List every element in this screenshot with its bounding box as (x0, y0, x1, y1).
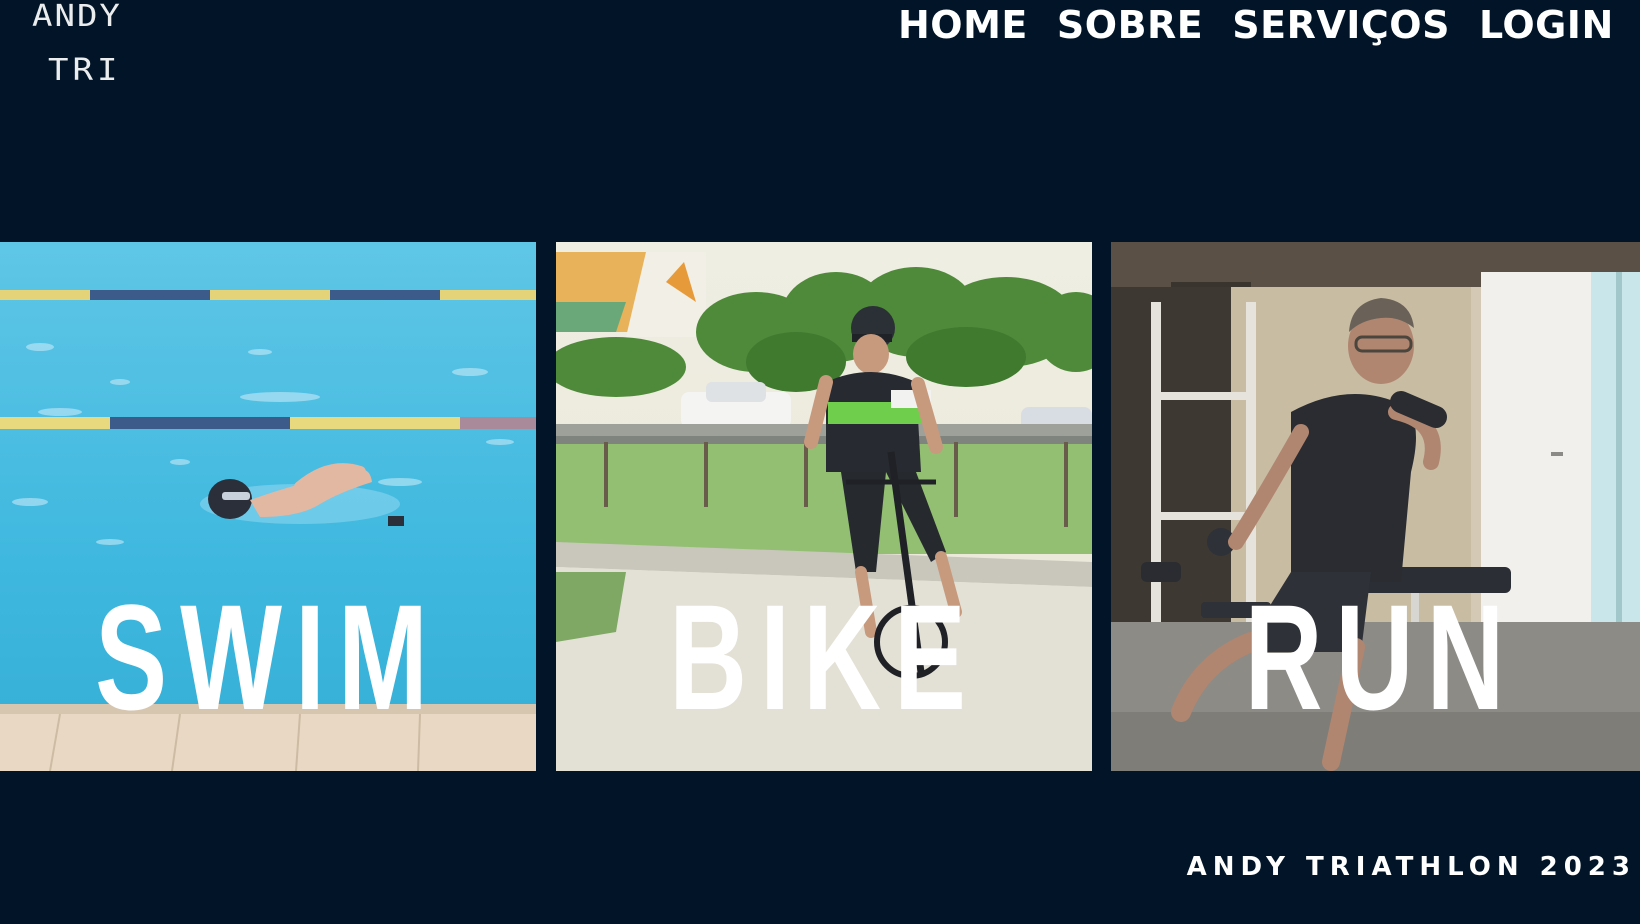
swim-label: SWIM (95, 573, 441, 741)
bike-panel[interactable]: BIKE (556, 242, 1092, 771)
nav-home[interactable]: HOME (898, 0, 1028, 50)
logo-line-1: ANDY (32, 0, 122, 34)
footer-caption: ANDY TRIATHLON 2023 (1186, 852, 1636, 882)
logo-line-2: TRI (48, 52, 122, 88)
nav-sobre[interactable]: SOBRE (1057, 0, 1203, 50)
nav-servicos[interactable]: SERVIÇOS (1232, 0, 1450, 50)
logo[interactable]: ANDY TRI (28, 0, 158, 95)
bike-label: BIKE (669, 573, 979, 741)
run-panel[interactable]: RUN (1111, 242, 1640, 771)
swim-panel[interactable]: SWIM (0, 242, 536, 771)
nav-login[interactable]: LOGIN (1479, 0, 1614, 50)
run-label: RUN (1244, 573, 1518, 741)
main-nav: HOME SOBRE SERVIÇOS LOGIN (898, 0, 1614, 50)
